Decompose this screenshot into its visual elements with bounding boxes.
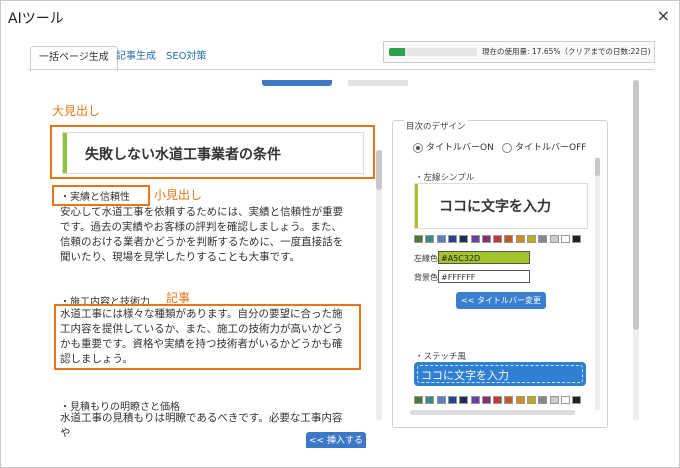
color-swatch[interactable] <box>493 396 503 404</box>
color-swatch[interactable] <box>425 235 435 243</box>
color-swatch[interactable] <box>515 396 525 404</box>
insert-button[interactable]: << 挿入する <box>306 432 366 448</box>
design-horizontal-scrollbar[interactable] <box>410 410 575 415</box>
tab-seo[interactable]: SEO対策 <box>158 46 215 70</box>
color-swatch[interactable] <box>436 396 446 404</box>
style-label: ・ステッチ風 <box>415 352 467 362</box>
article-title: 失敗しない水道工事業者の条件 <box>85 147 281 163</box>
color-swatch[interactable] <box>515 235 525 243</box>
stitch-preview[interactable]: ココに文字を入力 <box>414 362 586 386</box>
preview-text: ココに文字を入力 <box>421 369 509 382</box>
usage-progress-fill <box>389 48 405 56</box>
bg-color-label: 背景色 <box>414 273 438 282</box>
color-swatch[interactable] <box>560 396 570 404</box>
tab-article[interactable]: 記事生成 <box>108 46 164 70</box>
color-swatch[interactable] <box>527 396 536 404</box>
color-swatch[interactable] <box>549 235 559 243</box>
radio-label: タイトルバーON <box>426 143 494 153</box>
section-body: 安心して水道工事を依頼するためには、実績と信頼性が重要です。過去の実績やお客様の… <box>60 206 344 263</box>
color-swatch[interactable] <box>470 235 480 243</box>
left-line-color-input[interactable]: #A5C32D <box>438 251 530 264</box>
color-swatch[interactable] <box>414 235 423 243</box>
color-swatch[interactable] <box>560 235 570 243</box>
radio-unchecked-icon <box>502 142 512 153</box>
color-swatch[interactable] <box>459 396 469 404</box>
editor-toolbar-button[interactable] <box>348 80 408 86</box>
color-swatch[interactable] <box>504 235 514 243</box>
color-swatch[interactable] <box>436 235 446 243</box>
color-swatch[interactable] <box>414 396 423 404</box>
color-swatch[interactable] <box>504 396 514 404</box>
color-swatches <box>414 235 586 244</box>
radio-checked-icon <box>413 142 423 153</box>
annotation-small-heading: 小見出し <box>154 188 203 202</box>
color-swatches <box>414 396 586 405</box>
radio-titlebar-off[interactable]: タイトルバーOFF <box>502 140 586 153</box>
radio-titlebar-on[interactable]: タイトルバーON <box>413 140 494 153</box>
usage-progress-bar <box>389 48 477 56</box>
preview-text: ココに文字を入力 <box>439 199 551 215</box>
bg-color-input[interactable]: #FFFFFF <box>438 270 530 283</box>
close-icon[interactable]: × <box>657 6 670 25</box>
editor-toolbar-button[interactable] <box>262 80 332 86</box>
left-line-color-label: 左線色 <box>414 254 438 263</box>
radio-label: タイトルバーOFF <box>515 143 587 153</box>
color-swatch[interactable] <box>538 235 548 243</box>
title-accent-bar <box>63 133 67 173</box>
section-heading: ・実績と信頼性 <box>60 192 130 203</box>
change-titlebar-button[interactable]: << タイトルバー変更 <box>456 292 546 309</box>
color-swatch[interactable] <box>470 396 480 404</box>
color-swatch[interactable] <box>481 235 491 243</box>
color-swatch[interactable] <box>447 396 457 404</box>
scrollbar-thumb[interactable] <box>376 150 382 190</box>
color-swatch[interactable] <box>538 396 548 404</box>
color-swatch[interactable] <box>493 235 503 243</box>
design-scrollbar[interactable] <box>595 158 600 410</box>
usage-meter: 現在の使用量: 17.65%（クリアまでの日数:22日) <box>383 41 655 63</box>
panel-scrollbar[interactable] <box>633 80 639 420</box>
color-swatch[interactable] <box>425 396 435 404</box>
window-title: AIツール <box>8 11 64 27</box>
left-line-preview[interactable]: ココに文字を入力 <box>414 183 588 229</box>
color-swatch[interactable] <box>447 235 457 243</box>
design-legend: 目次のデザイン <box>404 120 468 132</box>
color-swatch[interactable] <box>572 235 582 243</box>
color-swatch[interactable] <box>481 396 491 404</box>
editor-scrollbar[interactable] <box>376 150 382 420</box>
color-swatch[interactable] <box>549 396 559 404</box>
color-swatch[interactable] <box>459 235 469 243</box>
annotation-large-heading: 大見出し <box>52 104 101 118</box>
section-body: 水道工事には様々な種類があります。自分の要望に合った施工内容を提供しているか、ま… <box>60 308 343 365</box>
scrollbar-thumb[interactable] <box>633 80 639 330</box>
usage-text: 現在の使用量: 17.65%（クリアまでの日数:22日) <box>482 47 651 56</box>
color-swatch[interactable] <box>572 396 582 404</box>
scrollbar-thumb[interactable] <box>595 158 600 176</box>
style-label: ・左線シンプル <box>415 173 475 183</box>
color-swatch[interactable] <box>527 235 536 243</box>
left-line-bar <box>415 184 418 228</box>
article-title-card[interactable]: 失敗しない水道工事業者の条件 <box>62 132 364 174</box>
